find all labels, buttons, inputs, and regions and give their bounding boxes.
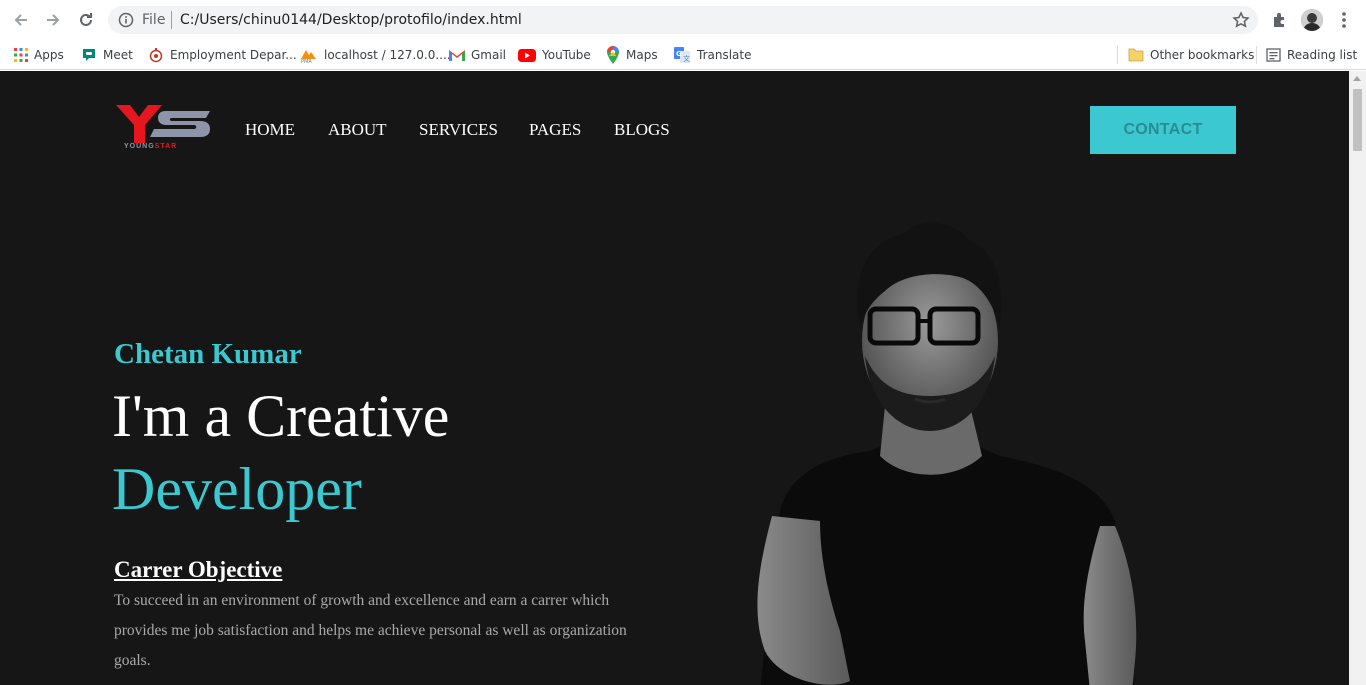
bookmarks-bar: Apps Meet Employment Depar... PMA localh… bbox=[0, 40, 1366, 70]
nav-about[interactable]: ABOUT bbox=[328, 120, 387, 140]
portfolio-page: YOUNGSTAR HOME ABOUT SERVICES PAGES BLOG… bbox=[0, 71, 1349, 685]
nav-home[interactable]: HOME bbox=[245, 120, 295, 140]
nav-blogs[interactable]: BLOGS bbox=[614, 120, 670, 140]
phpmyadmin-icon: PMA bbox=[301, 50, 316, 63]
reload-icon bbox=[80, 13, 92, 26]
address-separator bbox=[171, 11, 172, 29]
kebab-menu-icon bbox=[1342, 12, 1346, 28]
bookmark-label: Employment Depar... bbox=[170, 48, 297, 62]
info-icon[interactable] bbox=[118, 12, 134, 28]
meet-icon bbox=[83, 49, 95, 61]
bookmark-star-icon[interactable] bbox=[1232, 11, 1250, 29]
svg-text:G: G bbox=[676, 50, 682, 58]
bookmark-label: Apps bbox=[34, 48, 64, 62]
bookmark-label: Gmail bbox=[471, 48, 507, 62]
contact-button[interactable]: CONTACT bbox=[1090, 106, 1236, 154]
avatar bbox=[1301, 9, 1323, 31]
scroll-thumb[interactable] bbox=[1353, 89, 1362, 151]
bookmark-apps[interactable]: Apps bbox=[14, 44, 64, 66]
hero-name: Chetan Kumar bbox=[114, 338, 302, 370]
browser-toolbar: File C:/Users/chinu0144/Desktop/protofil… bbox=[0, 0, 1366, 40]
objective-title: Carrer Objective bbox=[114, 557, 283, 582]
back-button[interactable] bbox=[9, 8, 33, 32]
profile-button[interactable] bbox=[1300, 8, 1324, 32]
maps-icon bbox=[607, 46, 619, 64]
reading-list-icon bbox=[1266, 48, 1281, 62]
site-logo[interactable]: YOUNGSTAR bbox=[114, 102, 214, 156]
nav-pages[interactable]: PAGES bbox=[529, 120, 581, 140]
other-bookmarks-folder[interactable]: Other bookmarks bbox=[1128, 44, 1254, 66]
profile-photo-icon bbox=[1301, 9, 1323, 31]
employment-icon bbox=[149, 48, 163, 63]
puzzle-icon bbox=[1274, 13, 1284, 27]
bookmark-label: Meet bbox=[103, 48, 133, 62]
forward-button[interactable] bbox=[41, 8, 65, 32]
back-arrow-icon bbox=[14, 14, 27, 26]
menu-button[interactable] bbox=[1332, 8, 1356, 32]
bookmark-maps[interactable]: Maps bbox=[606, 44, 658, 66]
bookmark-label: Other bookmarks bbox=[1150, 48, 1255, 62]
bookmark-youtube[interactable]: YouTube bbox=[518, 44, 591, 66]
bookmark-meet[interactable]: Meet bbox=[81, 44, 133, 66]
nav-services[interactable]: SERVICES bbox=[419, 120, 498, 140]
bookmark-label: YouTube bbox=[542, 48, 591, 62]
portrait-image bbox=[757, 222, 1137, 685]
address-bar[interactable]: File C:/Users/chinu0144/Desktop/protofil… bbox=[108, 6, 1258, 34]
bookmark-label: Reading list bbox=[1287, 48, 1358, 62]
bookmark-translate[interactable]: G文 Translate bbox=[674, 44, 752, 66]
objective-text: To succeed in an environment of growth a… bbox=[114, 592, 627, 669]
reload-button[interactable] bbox=[74, 8, 98, 32]
bookmark-gmail[interactable]: Gmail bbox=[449, 44, 506, 66]
hero-role: Developer bbox=[112, 456, 362, 522]
youtube-icon bbox=[518, 48, 536, 62]
svg-text:文: 文 bbox=[683, 54, 690, 63]
gmail-icon bbox=[449, 49, 465, 61]
url-text[interactable]: C:/Users/chinu0144/Desktop/protofilo/ind… bbox=[180, 12, 522, 28]
forward-arrow-icon bbox=[47, 14, 60, 26]
bookmarks-divider bbox=[1117, 46, 1118, 64]
svg-text:PMA: PMA bbox=[301, 59, 312, 63]
scroll-up-arrow-icon[interactable] bbox=[1353, 76, 1361, 81]
page-scrollbar[interactable] bbox=[1349, 71, 1366, 685]
bookmark-localhost[interactable]: PMA localhost / 127.0.0.... bbox=[300, 44, 451, 66]
bookmarks-divider bbox=[1256, 46, 1257, 64]
bookmark-employment[interactable]: Employment Depar... bbox=[148, 44, 297, 66]
bookmark-label: localhost / 127.0.0.... bbox=[324, 48, 451, 62]
logo-wordmark: YOUNGSTAR bbox=[124, 143, 178, 150]
bookmark-label: Translate bbox=[697, 48, 752, 62]
translate-icon: G文 bbox=[674, 47, 690, 63]
bookmark-label: Maps bbox=[626, 48, 658, 62]
extensions-button[interactable] bbox=[1268, 8, 1292, 32]
reading-list-button[interactable]: Reading list bbox=[1266, 44, 1357, 66]
hero-headline: I'm a Creative bbox=[112, 383, 450, 449]
scheme-label: File bbox=[142, 12, 166, 28]
folder-icon bbox=[1128, 48, 1144, 62]
apps-grid-icon bbox=[14, 48, 28, 62]
